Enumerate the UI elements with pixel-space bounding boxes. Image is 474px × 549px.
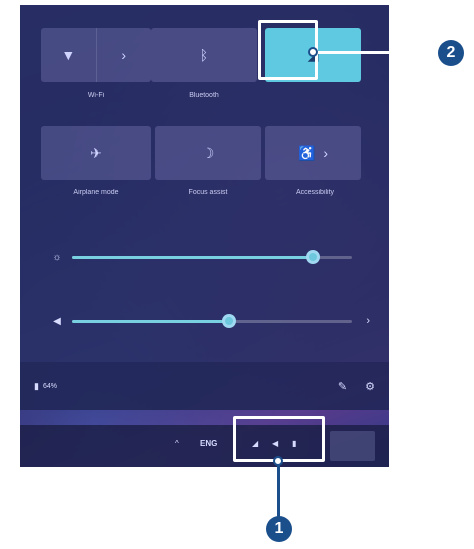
bluetooth-tile[interactable]: ᛒ xyxy=(151,28,257,82)
speaker-icon: ◀ xyxy=(53,315,61,327)
taskbar: ^ ENG ◢ ◀ ▮ xyxy=(20,425,389,467)
battery-percentage: 64% xyxy=(42,382,57,390)
volume-thumb[interactable] xyxy=(221,314,236,328)
wifi-expand-chevron-icon[interactable]: › xyxy=(95,28,152,82)
wifi-icon[interactable]: ▼ xyxy=(41,28,96,82)
quick-settings-panel: ▼ › Wi-Fi ᛒ Bluetooth ◢ ✈ Airplane mode … xyxy=(20,5,389,410)
accessibility-icon: ♿ xyxy=(297,144,316,161)
brightness-track[interactable] xyxy=(72,250,353,264)
brightness-fill xyxy=(72,255,314,259)
quick-settings-footer: ▮ 64% ✎ ⚙ xyxy=(20,362,389,410)
system-tray-highlight xyxy=(233,416,325,462)
accessibility-chevron-icon: › xyxy=(323,145,329,161)
callout-2-badge: 2 xyxy=(438,40,464,66)
language-indicator[interactable]: ENG xyxy=(200,439,217,448)
brightness-thumb[interactable] xyxy=(306,250,321,264)
brightness-icon: ☼ xyxy=(52,251,62,263)
callout-1-badge: 1 xyxy=(266,516,292,542)
callout-1-leader-line xyxy=(277,462,280,520)
volume-track[interactable] xyxy=(72,314,353,328)
show-desktop-button[interactable] xyxy=(330,431,375,461)
callout-2-leader-line xyxy=(318,51,438,54)
brightness-slider-row: ☼ › xyxy=(50,250,370,264)
moon-icon: ☽ xyxy=(201,144,215,161)
airplane-icon: ✈ xyxy=(90,144,102,161)
wifi-tile[interactable]: ▼ › xyxy=(41,28,151,82)
airplane-mode-tile[interactable]: ✈ xyxy=(41,126,151,180)
bluetooth-label: Bluetooth xyxy=(189,92,219,99)
volume-output-chevron-icon[interactable]: › xyxy=(366,315,370,327)
settings-gear-icon[interactable]: ⚙ xyxy=(365,380,375,393)
callout-1-anchor-dot xyxy=(273,456,283,466)
focus-assist-tile[interactable]: ☽ xyxy=(155,126,261,180)
callout-2-anchor-dot xyxy=(308,47,318,57)
focus-assist-label: Focus assist xyxy=(188,189,228,196)
accessibility-label: Accessibility xyxy=(295,189,335,196)
airplane-mode-label: Airplane mode xyxy=(73,189,119,196)
show-hidden-icons-chevron-icon[interactable]: ^ xyxy=(175,439,179,448)
bluetooth-icon: ᛒ xyxy=(199,47,209,63)
wifi-label: Wi-Fi xyxy=(87,92,105,99)
edit-icon[interactable]: ✎ xyxy=(338,380,347,393)
volume-slider-row: ◀ › xyxy=(50,314,370,328)
battery-icon: ▮ xyxy=(34,380,39,391)
accessibility-tile[interactable]: ♿ › xyxy=(265,126,361,180)
screenshot-frame: ▼ › Wi-Fi ᛒ Bluetooth ◢ ✈ Airplane mode … xyxy=(20,5,389,467)
volume-fill xyxy=(72,319,229,323)
